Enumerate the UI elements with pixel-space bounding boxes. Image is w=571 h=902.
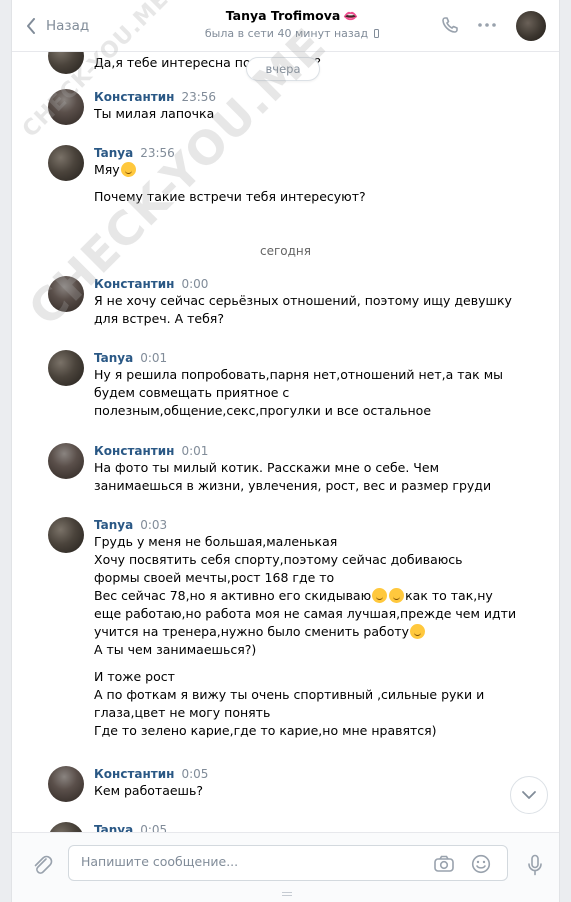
message-text: формы своей мечты,рост 168 где то <box>94 570 335 585</box>
message-text: Грудь у меня не большая,маленькая <box>94 534 338 549</box>
chevron-down-icon <box>522 791 536 799</box>
message-text: будем совмещать приятное с <box>94 385 290 400</box>
conversation-title[interactable]: Tanya Trofimova 👄 была в сети 40 минут на… <box>162 8 422 40</box>
message-text: полезным,общение,секс,прогулки и все ост… <box>94 403 432 418</box>
mobile-icon <box>374 29 380 38</box>
grin-sweat-emoji-icon <box>389 588 405 603</box>
message-text: Кем работаешь? <box>94 783 203 798</box>
message-text: Я не хочу сейчас серьёзных отношений, по… <box>94 293 512 308</box>
message-text: Почему такие встречи тебя интересуют? <box>94 189 366 204</box>
message-text: Ты милая лапочка <box>94 106 215 121</box>
message-author[interactable]: Константин 0:00 <box>94 276 494 292</box>
avatar[interactable] <box>48 350 84 386</box>
date-pill: вчера <box>246 57 320 81</box>
message-author[interactable]: Tanya 23:56 <box>94 145 494 161</box>
message-text: Где то зелено карие,где то карие,но мне … <box>94 723 437 738</box>
avatar[interactable] <box>48 276 84 312</box>
more-icon[interactable] <box>477 17 497 36</box>
scroll-down-button[interactable] <box>510 776 548 814</box>
message-text: На фото ты милый котик. Расскажи мне о с… <box>94 460 440 475</box>
message-composer <box>12 832 559 902</box>
message-text: Ну я решила попробовать,парня нет,отноше… <box>94 367 503 382</box>
avatar[interactable] <box>48 517 84 553</box>
microphone-icon[interactable] <box>527 854 543 879</box>
phone-icon[interactable] <box>440 15 460 38</box>
lips-icon: 👄 <box>343 9 359 23</box>
message-input[interactable] <box>81 854 411 869</box>
contact-name: Tanya Trofimova <box>225 8 341 23</box>
message-author[interactable]: Константин 0:01 <box>94 443 494 459</box>
message-input-box[interactable] <box>68 845 508 881</box>
message-text: учится на тренера,нужно было сменить раб… <box>94 623 494 641</box>
message-text: глаза,цвет не могу понять <box>94 705 271 720</box>
message-text: И тоже рост <box>94 669 175 684</box>
grin-sweat-emoji-icon <box>410 624 426 639</box>
message-text: для встреч. А тебя? <box>94 311 224 326</box>
message-time: 0:05 <box>181 767 209 781</box>
avatar[interactable] <box>48 766 84 802</box>
grin-sweat-emoji-icon <box>372 588 388 603</box>
message-author[interactable]: Tanya 0:03 <box>94 517 494 533</box>
message-time: 0:01 <box>140 351 168 365</box>
contact-avatar[interactable] <box>516 11 546 41</box>
message-text: А по фоткам я вижу ты очень спортивный ,… <box>94 687 485 702</box>
emoji-icon[interactable] <box>471 854 491 877</box>
avatar[interactable] <box>48 89 84 125</box>
message-time: 23:56 <box>181 90 217 104</box>
message-text: Вес сейчас 78,но я активно его скидываю к… <box>94 588 493 603</box>
message-author[interactable]: Константин 0:05 <box>94 766 494 782</box>
day-separator: сегодня <box>260 244 311 258</box>
chat-header: Назад Tanya Trofimova 👄 была в сети 40 ми… <box>12 0 559 52</box>
avatar[interactable] <box>48 145 84 181</box>
camera-icon[interactable] <box>433 854 455 877</box>
attach-icon[interactable] <box>31 853 53 880</box>
message-text: А ты чем занимаешься?) <box>94 642 257 657</box>
chat-window: Назад Tanya Trofimova 👄 была в сети 40 ми… <box>11 0 560 902</box>
resize-handle[interactable] <box>282 892 292 896</box>
chevron-left-icon <box>27 18 35 34</box>
back-label: Назад <box>46 18 90 34</box>
message-author[interactable]: Константин 23:56 <box>94 89 494 105</box>
message-time: 0:00 <box>181 277 209 291</box>
message-feed: Да,я тебе интересна получается ? вчера К… <box>12 38 559 858</box>
back-button[interactable]: Назад <box>26 14 89 38</box>
message-author[interactable]: Tanya 0:01 <box>94 350 494 366</box>
avatar[interactable] <box>48 443 84 479</box>
smiling-hearts-emoji-icon <box>120 162 136 177</box>
message-text: Хочу посвятить себя спорту,поэтому сейча… <box>94 552 463 567</box>
message-time: 0:01 <box>181 444 209 458</box>
message-text: Мяу <box>94 161 494 179</box>
online-status: была в сети 40 минут назад <box>204 27 369 40</box>
message-text: занимаешься в жизни, увлечения, рост, ве… <box>94 478 492 493</box>
message-time: 23:56 <box>140 146 175 160</box>
message-time: 0:03 <box>140 518 168 532</box>
message-text: еще работаю,но работа моя не самая лучша… <box>94 606 517 621</box>
